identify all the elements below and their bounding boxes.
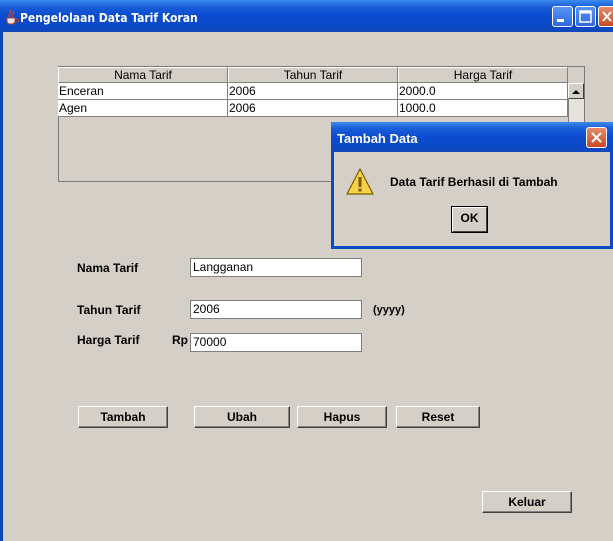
table-cell[interactable]: 2006 — [228, 100, 398, 117]
dialog-title: Tambah Data — [337, 131, 418, 146]
java-cup-icon — [6, 9, 19, 25]
column-header-nama-tarif[interactable]: Nama Tarif — [58, 67, 228, 83]
table-header: Nama Tarif Tahun Tarif Harga Tarif — [58, 67, 568, 83]
maximize-button[interactable] — [575, 6, 596, 27]
window-title: Pengelolaan Data Tarif Koran — [20, 11, 198, 25]
keluar-button[interactable]: Keluar — [482, 491, 572, 513]
close-icon — [602, 11, 612, 22]
table-cell[interactable]: 2006 — [228, 83, 398, 100]
tambah-button[interactable]: Tambah — [78, 406, 168, 428]
scroll-up-button[interactable] — [568, 83, 584, 99]
dialog-close-button[interactable] — [586, 127, 607, 148]
column-header-harga-tarif[interactable]: Harga Tarif — [398, 67, 568, 83]
minimize-icon — [557, 19, 564, 22]
dialog-message: Data Tarif Berhasil di Tambah — [390, 175, 558, 189]
close-icon — [591, 132, 602, 143]
maximize-icon — [579, 10, 592, 23]
nama-tarif-field[interactable]: Langganan — [190, 258, 362, 277]
ok-button-label: OK — [452, 207, 487, 232]
ok-button[interactable]: OK — [451, 206, 488, 233]
minimize-button[interactable] — [552, 6, 573, 27]
tahun-tarif-field[interactable]: 2006 — [190, 300, 362, 319]
table-cell[interactable]: 1000.0 — [398, 100, 568, 117]
table-cell[interactable]: Agen — [58, 100, 228, 117]
table-body: Enceran 2006 2000.0 Agen 2006 1000.0 — [58, 83, 568, 117]
table-row[interactable]: Enceran 2006 2000.0 — [58, 83, 568, 100]
tahun-format-hint: (yyyy) — [373, 304, 405, 316]
column-header-tahun-tarif[interactable]: Tahun Tarif — [228, 67, 398, 83]
warning-icon — [346, 168, 374, 195]
nama-tarif-label: Nama Tarif — [77, 261, 139, 275]
tahun-tarif-label: Tahun Tarif — [77, 303, 141, 317]
reset-button[interactable]: Reset — [396, 406, 480, 428]
harga-tarif-field[interactable]: 70000 — [190, 333, 362, 352]
table-row[interactable]: Agen 2006 1000.0 — [58, 100, 568, 117]
arrow-up-icon — [572, 90, 580, 94]
main-window: Pengelolaan Data Tarif Koran Nama Tarif … — [0, 0, 613, 541]
close-button[interactable] — [598, 6, 613, 27]
ubah-button[interactable]: Ubah — [194, 406, 290, 428]
table-cell[interactable]: Enceran — [58, 83, 228, 100]
harga-tarif-label: Harga Tarif — [77, 333, 140, 347]
currency-label: Rp — [172, 333, 188, 347]
hapus-button[interactable]: Hapus — [297, 406, 387, 428]
table-cell[interactable]: 2000.0 — [398, 83, 568, 100]
